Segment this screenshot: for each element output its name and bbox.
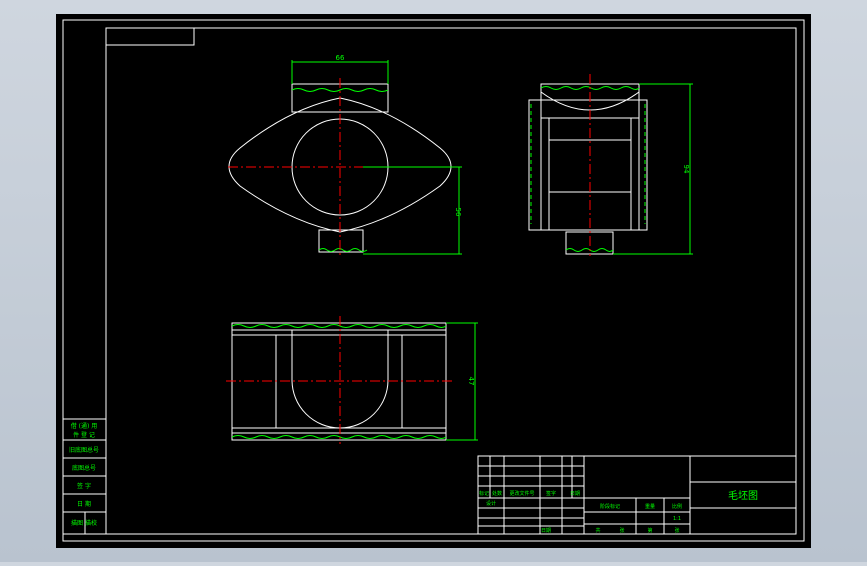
dim-side-height: 94 — [682, 165, 690, 174]
drawing-canvas[interactable]: 66 56 94 47 借 (通) 用 件 登 记 旧底图总号 底图总号 签 字… — [0, 0, 867, 562]
tb-col-change: 更改文件号 — [509, 490, 534, 497]
strip-row-2: 件 登 记 — [73, 431, 95, 439]
tb-stage: 阶段标记 — [600, 503, 620, 510]
tb-sheet-unit-2: 张 — [674, 527, 679, 534]
tb-sheet-no: 第 — [647, 527, 652, 534]
strip-row-3: 旧底图总号 — [69, 446, 99, 454]
tb-date: 日期 — [541, 528, 551, 534]
tb-col-date: 日期 — [570, 491, 580, 497]
tb-design: 设计 — [486, 500, 496, 507]
tb-col-sign: 签字 — [546, 490, 556, 497]
strip-row-6: 日 期 — [77, 500, 91, 508]
dim-top-height: 56 — [454, 208, 462, 217]
strip-row-7: 描图 描校 — [71, 519, 97, 527]
tb-sheet-unit: 张 — [619, 527, 624, 534]
strip-row-5: 签 字 — [77, 482, 91, 490]
drawing-title: 毛坯图 — [728, 490, 758, 502]
drawing-background — [56, 14, 811, 548]
dim-bottom-height: 47 — [467, 377, 475, 386]
tb-col-count: 处数 — [492, 490, 502, 497]
strip-row-4: 底图总号 — [72, 464, 96, 472]
dim-top-width: 66 — [336, 54, 345, 62]
tb-scale-value: 1:1 — [673, 516, 681, 522]
tb-col-mark: 标记 — [479, 490, 489, 497]
tb-weight: 重量 — [645, 503, 655, 510]
strip-row-1: 借 (通) 用 — [71, 422, 98, 430]
cad-viewport[interactable]: 66 56 94 47 借 (通) 用 件 登 记 旧底图总号 底图总号 签 字… — [0, 0, 867, 562]
tb-sheet-total: 共 — [595, 527, 600, 534]
tb-scale-label: 比例 — [672, 503, 682, 510]
